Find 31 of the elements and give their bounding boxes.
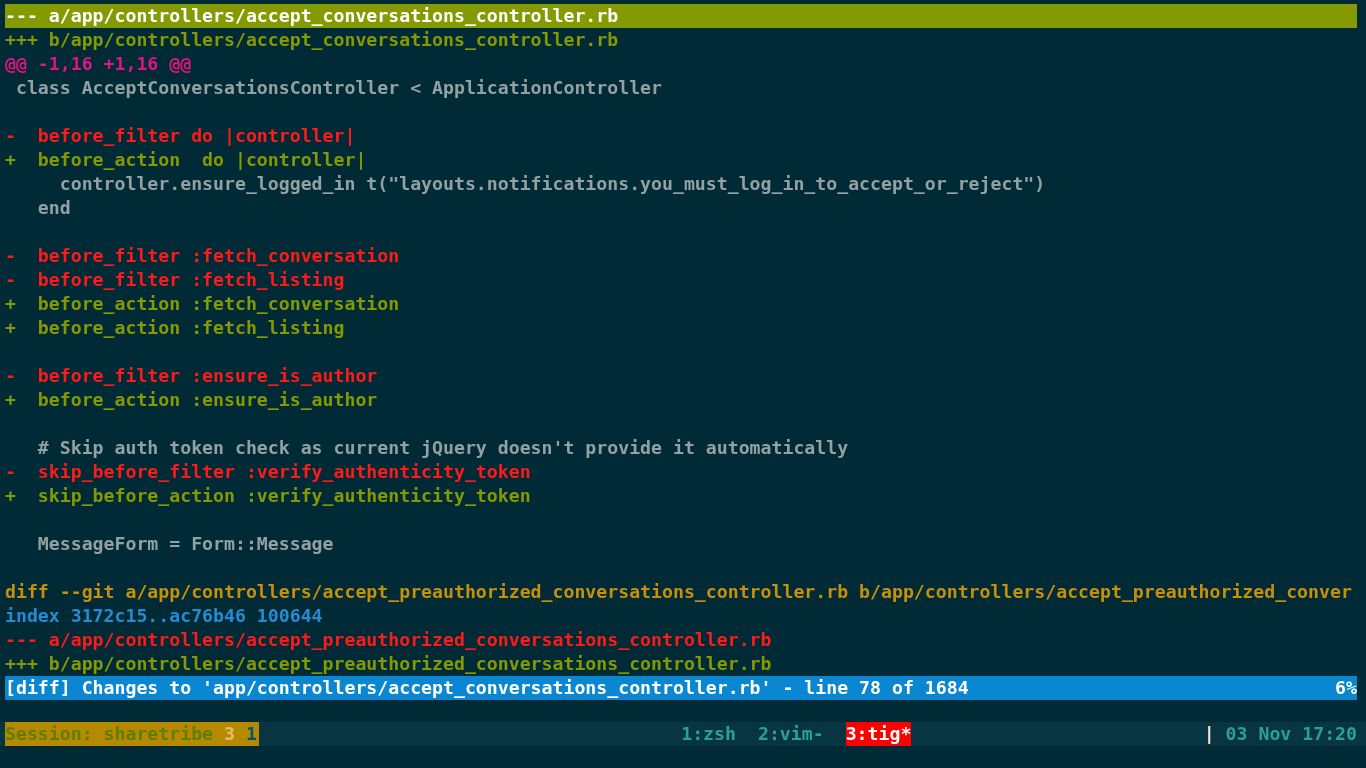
file-header-line[interactable]: --- a/app/controllers/accept_preauthorized_conversations_controller.rb	[5, 628, 1357, 652]
removed-line[interactable]: - skip_before_filter :verify_authenticity_token	[5, 460, 1357, 484]
session-window: 3	[224, 722, 235, 746]
removed-line[interactable]: - before_filter :fetch_listing	[5, 268, 1357, 292]
removed-line[interactable]: - before_filter do |controller|	[5, 124, 1357, 148]
file-header-line[interactable]: +++ b/app/controllers/accept_conversations_controller.rb	[5, 28, 1357, 52]
diff-command-line[interactable]: diff --git a/app/controllers/accept_preauthorized_conversations_controller.rb b/app/controllers/accept_preauthorized_conver	[5, 580, 1357, 604]
added-line[interactable]: + before_action :fetch_listing	[5, 316, 1357, 340]
clock: 03 Nov 17:20	[1225, 722, 1357, 746]
separator: |	[1203, 722, 1215, 746]
removed-line[interactable]: - before_filter :ensure_is_author	[5, 364, 1357, 388]
added-line[interactable]: + before_action :fetch_conversation	[5, 292, 1357, 316]
code-line[interactable]: MessageForm = Form::Message	[5, 532, 1357, 556]
session-name: Session: sharetribe	[5, 722, 214, 746]
status-text: [diff] Changes to 'app/controllers/accept_conversations_controller.rb' - line 78 of 1684	[5, 676, 969, 700]
scroll-percent: 6%	[1335, 676, 1357, 700]
code-line[interactable]: class AcceptConversationsController < ApplicationController	[5, 76, 1357, 100]
removed-line[interactable]: - before_filter :fetch_conversation	[5, 244, 1357, 268]
window-tab[interactable]: 2:vim-	[757, 722, 824, 746]
window-tab[interactable]: 3:tig*	[845, 722, 912, 746]
file-header-line[interactable]: +++ b/app/controllers/accept_preauthorized_conversations_controller.rb	[5, 652, 1357, 676]
code-line[interactable]: end	[5, 196, 1357, 220]
code-line[interactable]: # Skip auth token check as current jQuery doesn't provide it automatically	[5, 436, 1357, 460]
added-line[interactable]: + skip_before_action :verify_authenticity_token	[5, 484, 1357, 508]
session-pane: 1	[246, 722, 257, 746]
added-line[interactable]: + before_action do |controller|	[5, 148, 1357, 172]
index-line[interactable]: index 3172c15..ac76b46 100644	[5, 604, 1357, 628]
added-line[interactable]: + before_action :ensure_is_author	[5, 388, 1357, 412]
code-line[interactable]: controller.ensure_logged_in t("layouts.notifications.you_must_log_in_to_accept_or_reject")	[5, 172, 1357, 196]
window-tab[interactable]: 1:zsh	[681, 722, 736, 746]
hunk-header-line[interactable]: @@ -1,16 +1,16 @@	[5, 52, 1357, 76]
